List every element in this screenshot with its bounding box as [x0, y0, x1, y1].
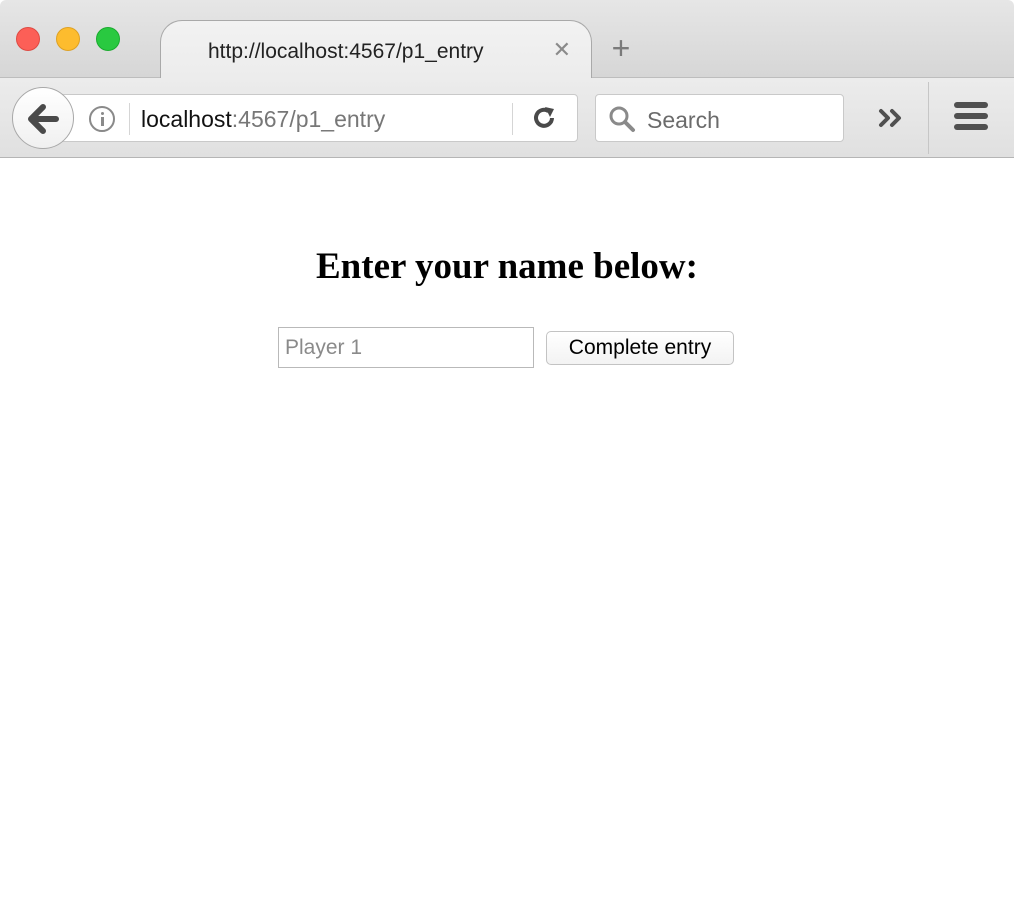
search-placeholder: Search [647, 107, 720, 133]
complete-entry-button[interactable]: Complete entry [546, 331, 734, 365]
window-maximize-button[interactable] [96, 27, 120, 51]
name-input[interactable] [278, 327, 534, 368]
browser-window: http://localhost:4567/p1_entry ✕ + local… [0, 0, 1014, 902]
url-divider-right [512, 103, 513, 135]
navigation-toolbar: localhost:4567/p1_entry Search [0, 78, 1014, 158]
url-path: :4567/p1_entry [231, 106, 386, 132]
hamburger-menu-icon[interactable] [954, 102, 990, 132]
page-heading: Enter your name below: [316, 246, 698, 287]
window-close-button[interactable] [16, 27, 40, 51]
window-minimize-button[interactable] [56, 27, 80, 51]
search-icon [609, 106, 635, 132]
back-arrow-icon [28, 104, 59, 134]
url-host: localhost [141, 106, 232, 132]
toolbar-divider [928, 82, 929, 154]
tab-active[interactable]: http://localhost:4567/p1_entry ✕ [160, 20, 592, 79]
plus-icon[interactable]: + [606, 32, 636, 64]
url-text[interactable]: localhost:4567/p1_entry [141, 106, 385, 133]
page-content: Enter your name below: Complete entry [0, 159, 1014, 902]
search-bar[interactable]: Search [595, 94, 844, 142]
tab-strip: http://localhost:4567/p1_entry ✕ + [0, 0, 1014, 79]
overflow-chevrons-icon[interactable] [876, 104, 908, 132]
address-bar[interactable]: localhost:4567/p1_entry [60, 94, 578, 142]
info-icon[interactable] [89, 106, 115, 132]
tab-title: http://localhost:4567/p1_entry [208, 40, 484, 63]
url-divider [129, 103, 130, 135]
reload-icon[interactable] [531, 105, 557, 131]
back-button[interactable] [12, 87, 74, 149]
close-icon[interactable]: ✕ [553, 37, 571, 63]
